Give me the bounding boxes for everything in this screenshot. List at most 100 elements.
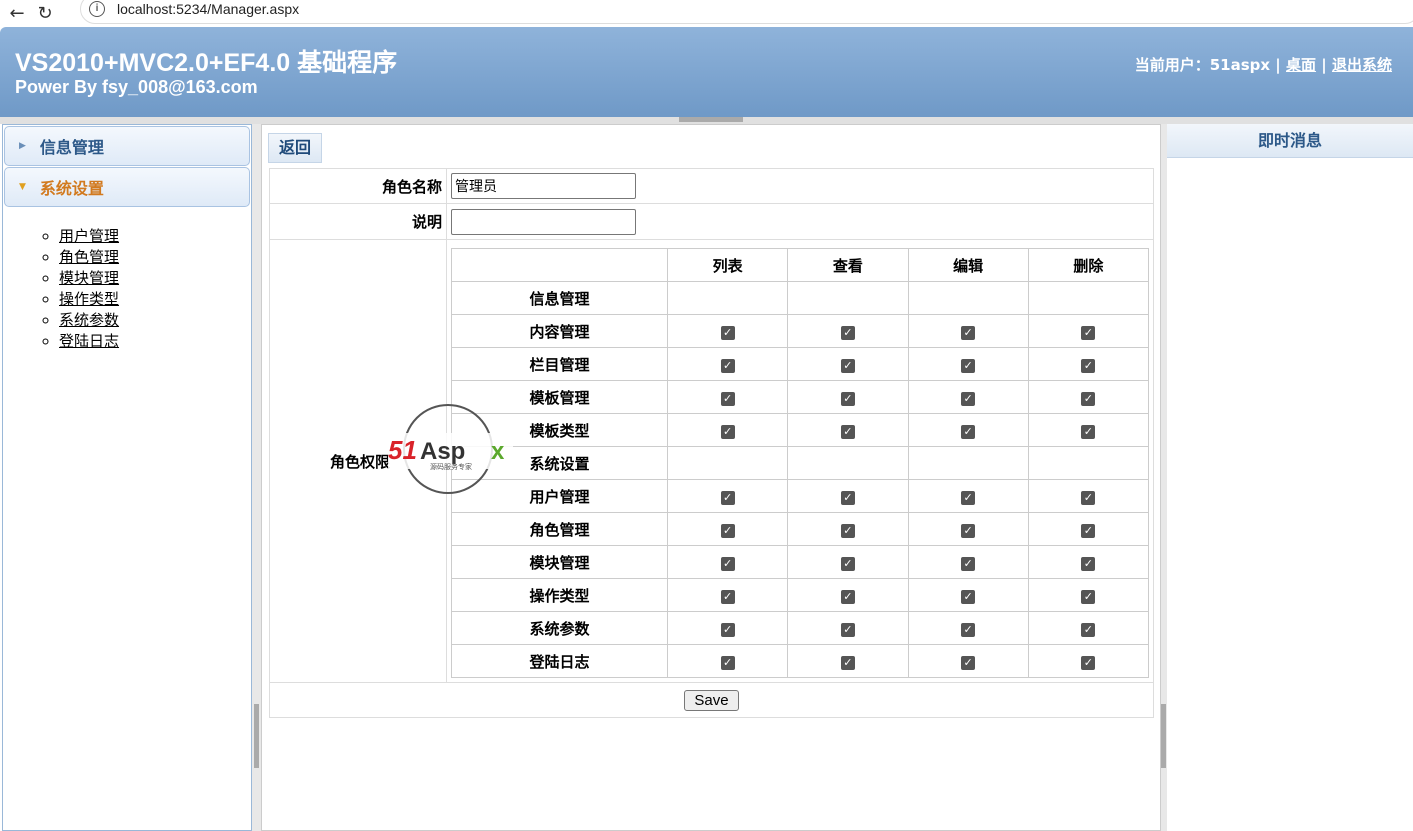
permission-cell: ✓ (787, 347, 909, 381)
back-arrow-icon[interactable]: ← (6, 3, 28, 24)
permission-checkbox[interactable]: ✓ (720, 656, 735, 670)
table-row: 模块管理 ✓ ✓ ✓ ✓ (451, 545, 1150, 579)
permission-checkbox[interactable]: ✓ (840, 590, 855, 604)
column-header: 列表 (666, 248, 789, 282)
sidebar-item: 模块管理 (59, 267, 251, 288)
sidebar-item-modules[interactable]: 模块管理 (59, 269, 119, 287)
permission-cell: ✓ (907, 380, 1029, 414)
permission-cell: ✓ (787, 578, 909, 612)
permission-checkbox[interactable]: ✓ (720, 590, 735, 604)
table-row: 角色管理 ✓ ✓ ✓ ✓ (451, 512, 1150, 546)
logout-link[interactable]: 退出系统 (1332, 56, 1392, 74)
permission-checkbox[interactable]: ✓ (720, 557, 735, 571)
header-cell-name (451, 248, 668, 282)
browser-toolbar: ← ↻ i localhost:5234/Manager.aspx (0, 0, 1413, 27)
permission-checkbox[interactable]: ✓ (961, 656, 976, 670)
table-row: 模板管理 ✓ ✓ ✓ ✓ (451, 380, 1150, 414)
sidebar-item-operations[interactable]: 操作类型 (59, 290, 119, 308)
separator: | (1321, 56, 1327, 74)
permission-checkbox[interactable]: ✓ (1081, 590, 1096, 604)
permission-cell: ✓ (787, 413, 909, 447)
back-button[interactable]: 返回 (268, 133, 322, 163)
reload-icon[interactable]: ↻ (34, 3, 56, 24)
permission-checkbox[interactable]: ✓ (840, 623, 855, 637)
permission-checkbox[interactable]: ✓ (1081, 326, 1096, 340)
splitter-handle[interactable] (679, 117, 743, 122)
desktop-link[interactable]: 桌面 (1286, 56, 1316, 74)
permission-checkbox[interactable]: ✓ (961, 359, 976, 373)
sidebar-item-users[interactable]: 用户管理 (59, 227, 119, 245)
permission-cell: ✓ (907, 413, 1029, 447)
sidebar-group-system[interactable]: ▼ 系统设置 (4, 167, 250, 207)
permission-checkbox[interactable]: ✓ (840, 557, 855, 571)
permission-checkbox[interactable]: ✓ (720, 359, 735, 373)
permission-checkbox[interactable]: ✓ (1081, 623, 1096, 637)
permission-checkbox[interactable]: ✓ (840, 359, 855, 373)
url-text: localhost:5234/Manager.aspx (117, 1, 300, 17)
permission-checkbox[interactable]: ✓ (1081, 656, 1096, 670)
permission-checkbox[interactable]: ✓ (961, 524, 976, 538)
sidebar-group-info[interactable]: ▶ 信息管理 (4, 126, 250, 166)
sidebar-menu: 用户管理 角色管理 模块管理 操作类型 系统参数 登陆日志 (59, 225, 251, 351)
permission-checkbox[interactable]: ✓ (840, 656, 855, 670)
table-row: 登陆日志 ✓ ✓ ✓ ✓ (451, 644, 1150, 678)
permission-checkbox[interactable]: ✓ (720, 392, 735, 406)
splitter-top[interactable] (0, 117, 1413, 124)
permission-checkbox[interactable]: ✓ (961, 326, 976, 340)
info-icon[interactable]: i (89, 1, 105, 17)
permission-checkbox[interactable]: ✓ (840, 491, 855, 505)
permission-checkbox[interactable]: ✓ (961, 590, 976, 604)
permissions-table: 列表 查看 编辑 删除 信息管理 内容管理 ✓ ✓ ✓ ✓ 栏目管理 ✓ ✓ ✓ ✓ 模板管理 ✓ ✓ ✓ ✓ 模板类型… (451, 248, 1150, 678)
watermark-logo: 51 Asp x 源码服务专家 (388, 404, 513, 494)
permission-checkbox[interactable]: ✓ (1081, 359, 1096, 373)
permission-cell: ✓ (787, 611, 909, 645)
empty-cell (787, 446, 909, 480)
permission-checkbox[interactable]: ✓ (720, 326, 735, 340)
permission-checkbox[interactable]: ✓ (1081, 491, 1096, 505)
permission-cell: ✓ (787, 479, 909, 513)
sidebar-item-params[interactable]: 系统参数 (59, 311, 119, 329)
permission-checkbox[interactable]: ✓ (961, 623, 976, 637)
splitter-handle[interactable] (254, 704, 259, 768)
table-row: 栏目管理 ✓ ✓ ✓ ✓ (451, 347, 1150, 381)
permission-checkbox[interactable]: ✓ (961, 392, 976, 406)
permission-cell: ✓ (666, 413, 789, 447)
permissions-cell: 列表 查看 编辑 删除 信息管理 内容管理 ✓ ✓ ✓ ✓ 栏目管理 ✓ ✓ ✓ ✓ 模板管理 ✓ ✓ ✓ ✓ 模板类型… (446, 239, 1154, 683)
permission-cell: ✓ (666, 545, 789, 579)
row-name: 系统参数 (451, 611, 668, 645)
permission-checkbox[interactable]: ✓ (840, 425, 855, 439)
address-bar[interactable]: i localhost:5234/Manager.aspx (80, 0, 1413, 24)
permission-checkbox[interactable]: ✓ (720, 524, 735, 538)
permission-checkbox[interactable]: ✓ (1081, 425, 1096, 439)
sidebar-item-logs[interactable]: 登陆日志 (59, 332, 119, 350)
description-input[interactable] (451, 208, 636, 235)
splitter-handle[interactable] (1161, 704, 1166, 768)
permission-checkbox[interactable]: ✓ (1081, 392, 1096, 406)
permission-checkbox[interactable]: ✓ (1081, 524, 1096, 538)
permission-checkbox[interactable]: ✓ (840, 524, 855, 538)
permission-checkbox[interactable]: ✓ (961, 557, 976, 571)
sidebar-item-roles[interactable]: 角色管理 (59, 248, 119, 266)
permission-cell: ✓ (1027, 611, 1150, 645)
column-header: 删除 (1027, 248, 1150, 282)
permission-checkbox[interactable]: ✓ (720, 491, 735, 505)
permission-checkbox[interactable]: ✓ (720, 425, 735, 439)
permission-cell: ✓ (1027, 644, 1150, 678)
permission-checkbox[interactable]: ✓ (840, 392, 855, 406)
permission-checkbox[interactable]: ✓ (1081, 557, 1096, 571)
permission-cell: ✓ (666, 380, 789, 414)
app-title: VS2010+MVC2.0+EF4.0 基础程序 (15, 49, 398, 77)
permission-checkbox[interactable]: ✓ (720, 623, 735, 637)
permission-cell: ✓ (666, 644, 789, 678)
role-name-input[interactable] (451, 173, 636, 199)
splitter-left[interactable] (252, 124, 261, 831)
permission-cell: ✓ (907, 314, 1029, 348)
save-button[interactable]: Save (684, 689, 739, 711)
row-name: 操作类型 (451, 578, 668, 612)
permission-checkbox[interactable]: ✓ (961, 491, 976, 505)
permission-checkbox[interactable]: ✓ (840, 326, 855, 340)
table-row: 模板类型 ✓ ✓ ✓ ✓ (451, 413, 1150, 447)
permission-cell: ✓ (1027, 512, 1150, 546)
permission-cell: ✓ (666, 578, 789, 612)
permission-checkbox[interactable]: ✓ (961, 425, 976, 439)
